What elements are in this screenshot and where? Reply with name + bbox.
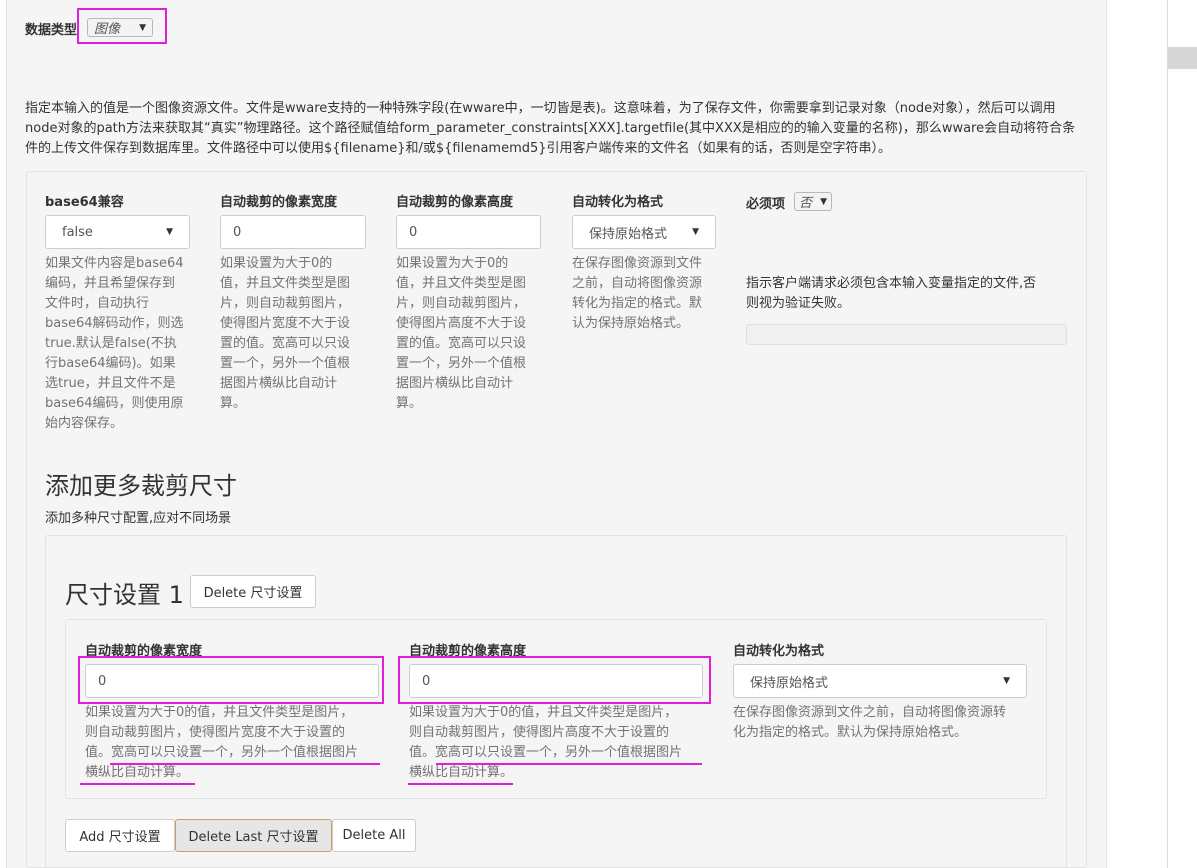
help-line: 则自动裁剪图片，使得图片宽度不大于设置的 bbox=[85, 725, 346, 740]
help-line: 如果设置为大于0的值，并且文件类型是图片， bbox=[409, 705, 678, 720]
height-input[interactable]: 0 bbox=[396, 215, 541, 249]
size-height-input[interactable]: 0 bbox=[409, 664, 703, 698]
format-select-value: 保持原始格式 bbox=[589, 226, 668, 242]
help-line: 片，则自动裁剪图片， bbox=[220, 296, 351, 311]
help-line: 选true，并且文件不是 bbox=[45, 376, 176, 391]
help-line: 算。 bbox=[396, 396, 423, 411]
help-line: 横纵比自动计算。 bbox=[85, 765, 190, 780]
size-format-select[interactable]: 保持原始格式 ▼ bbox=[733, 664, 1027, 698]
size-setting-title: 尺寸设置 1 bbox=[65, 581, 184, 609]
required-disabled-field bbox=[746, 324, 1067, 345]
help-line: 置的值。宽高可以只设 bbox=[220, 336, 351, 351]
adjacent-window-bar bbox=[1168, 47, 1197, 69]
height-label: 自动裁剪的像素高度 bbox=[396, 195, 514, 210]
chevron-down-icon: ▼ bbox=[820, 196, 827, 207]
help-line: true.默认是false(不执 bbox=[45, 336, 177, 351]
datatype-select[interactable]: 图像 ▼ bbox=[87, 18, 153, 37]
datatype-label: 数据类型 bbox=[25, 23, 78, 38]
help-line: 值，并且文件类型是图 bbox=[220, 276, 351, 291]
help-line: 如果设置为大于0的 bbox=[396, 256, 509, 271]
help-line: 编码，并且希望保存到 bbox=[45, 276, 176, 291]
help-line: 始内容保存。 bbox=[45, 416, 124, 431]
delete-size-setting-button[interactable]: Delete 尺寸设置 bbox=[190, 575, 316, 608]
help-line: 在保存图像资源到文件 bbox=[572, 256, 703, 271]
help-line: 据图片横纵比自动计 bbox=[220, 376, 338, 391]
help-line: base64编码，则使用原 bbox=[45, 396, 184, 411]
help-line: 转化为指定的格式。默 bbox=[572, 296, 703, 311]
help-line: 指示客户端请求必须包含本输入变量指定的文件,否 bbox=[746, 276, 1037, 291]
chevron-down-icon: ▼ bbox=[692, 227, 699, 237]
help-line: 横纵比自动计算。 bbox=[409, 765, 514, 780]
chevron-down-icon: ▼ bbox=[139, 22, 146, 33]
help-line: 使得图片宽度不大于设 bbox=[220, 316, 351, 331]
datatype-description: 指定本输入的值是一个图像资源文件。文件是wware支持的一种特殊字段(在wwar… bbox=[25, 101, 1076, 156]
format-label: 自动转化为格式 bbox=[572, 195, 664, 210]
help-line: 值。宽高可以只设置一个，另外一个值根据图片 bbox=[409, 745, 683, 760]
help-line: 置一个，另外一个值根 bbox=[220, 356, 351, 371]
size-format-help: 在保存图像资源到文件之前，自动将图像资源转 化为指定的格式。默认为保持原始格式。 bbox=[733, 703, 1033, 743]
add-size-setting-button[interactable]: Add 尺寸设置 bbox=[65, 819, 175, 852]
width-input[interactable]: 0 bbox=[220, 215, 366, 249]
help-line: 使得图片高度不大于设 bbox=[396, 316, 527, 331]
more-sizes-subtitle: 添加多种尺寸配置,应对不同场景 bbox=[45, 511, 232, 526]
help-line: 文件时，自动执行 bbox=[45, 296, 150, 311]
height-help: 如果设置为大于0的 值，并且文件类型是图 片，则自动裁剪图片， 使得图片高度不大… bbox=[396, 254, 556, 414]
adjacent-window-edge bbox=[1167, 0, 1197, 868]
help-line: 之前，自动将图像资源 bbox=[572, 276, 703, 291]
size-width-label: 自动裁剪的像素宽度 bbox=[85, 644, 203, 659]
base64-label: base64兼容 bbox=[45, 195, 124, 210]
size-height-label: 自动裁剪的像素高度 bbox=[409, 644, 527, 659]
size-format-label: 自动转化为格式 bbox=[733, 644, 825, 659]
help-line: 行base64编码)。如果 bbox=[45, 356, 176, 371]
size-height-help: 如果设置为大于0的值，并且文件类型是图片， 则自动裁剪图片，使得图片高度不大于设… bbox=[409, 703, 719, 783]
chevron-down-icon: ▼ bbox=[1003, 676, 1010, 686]
help-line: 在保存图像资源到文件之前，自动将图像资源转 bbox=[733, 705, 1007, 720]
help-line: 如果设置为大于0的 bbox=[220, 256, 333, 271]
help-line: 片，则自动裁剪图片， bbox=[396, 296, 527, 311]
help-line: 置的值。宽高可以只设 bbox=[396, 336, 527, 351]
base64-help: 如果文件内容是base64 编码，并且希望保存到 文件时，自动执行 base64… bbox=[45, 254, 205, 434]
delete-all-button[interactable]: Delete All bbox=[332, 819, 416, 852]
size-format-select-value: 保持原始格式 bbox=[750, 675, 829, 691]
base64-select[interactable]: false ▼ bbox=[45, 215, 190, 249]
size-width-help: 如果设置为大于0的值，并且文件类型是图片， 则自动裁剪图片，使得图片宽度不大于设… bbox=[85, 703, 395, 783]
help-line: 认为保持原始格式。 bbox=[572, 316, 690, 331]
help-line: 置一个，另外一个值根 bbox=[396, 356, 527, 371]
width-label: 自动裁剪的像素宽度 bbox=[220, 195, 338, 210]
help-line: 则视为验证失败。 bbox=[746, 296, 851, 311]
help-line: 如果设置为大于0的值，并且文件类型是图片， bbox=[85, 705, 354, 720]
delete-last-size-setting-button[interactable]: Delete Last 尺寸设置 bbox=[175, 819, 332, 852]
help-line: base64解码动作，则选 bbox=[45, 316, 184, 331]
datatype-select-value: 图像 bbox=[94, 22, 121, 37]
more-sizes-title: 添加更多裁剪尺寸 bbox=[45, 472, 237, 500]
chevron-down-icon: ▼ bbox=[166, 227, 173, 237]
help-line: 算。 bbox=[220, 396, 247, 411]
help-line: 化为指定的格式。默认为保持原始格式。 bbox=[733, 725, 968, 740]
help-line: 据图片横纵比自动计 bbox=[396, 376, 514, 391]
help-line: 则自动裁剪图片，使得图片高度不大于设置的 bbox=[409, 725, 670, 740]
width-help: 如果设置为大于0的 值，并且文件类型是图 片，则自动裁剪图片， 使得图片宽度不大… bbox=[220, 254, 380, 414]
help-line: 如果文件内容是base64 bbox=[45, 256, 184, 271]
size-width-input[interactable]: 0 bbox=[85, 664, 379, 698]
format-help: 在保存图像资源到文件 之前，自动将图像资源 转化为指定的格式。默 认为保持原始格… bbox=[572, 254, 732, 334]
required-select-value: 否 bbox=[799, 196, 813, 211]
base64-select-value: false bbox=[62, 224, 93, 240]
help-line: 值，并且文件类型是图 bbox=[396, 276, 527, 291]
format-select[interactable]: 保持原始格式 ▼ bbox=[572, 215, 716, 249]
help-line: 值。宽高可以只设置一个，另外一个值根据图片 bbox=[85, 745, 359, 760]
required-help: 指示客户端请求必须包含本输入变量指定的文件,否 则视为验证失败。 bbox=[746, 274, 1076, 314]
required-select[interactable]: 否 ▼ bbox=[794, 192, 832, 211]
required-label: 必须项 bbox=[746, 197, 786, 212]
